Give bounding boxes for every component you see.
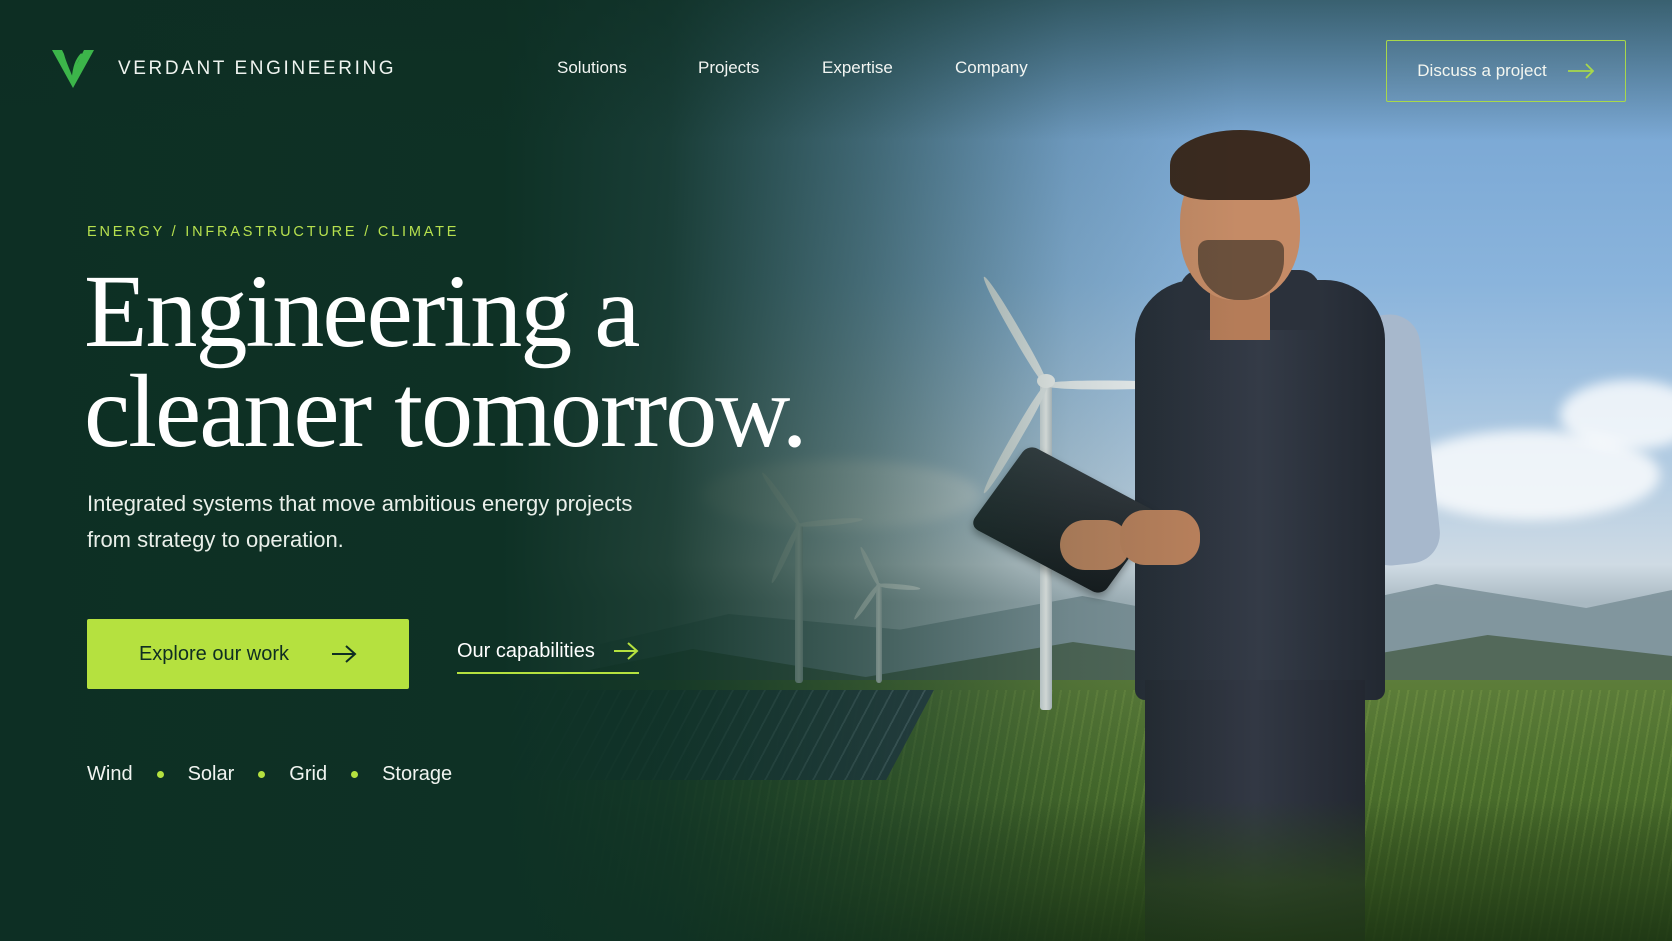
dark-gradient-overlay (0, 0, 1672, 941)
nav-item-projects[interactable]: Projects (698, 58, 759, 78)
arrow-right-icon (1567, 63, 1594, 79)
our-capabilities-link[interactable]: Our capabilities (457, 636, 639, 674)
headline-line-2: cleaner tomorrow. (84, 354, 808, 469)
hero-subcopy: Integrated systems that move ambitious e… (87, 491, 633, 552)
bullet-dot (258, 771, 266, 778)
brand-name: VERDANT ENGINEERING (118, 58, 397, 79)
nav-item-company[interactable]: Company (955, 58, 1028, 78)
explore-work-label: Explore our work (138, 642, 290, 665)
tag-wind: Wind (87, 763, 133, 785)
tag-storage: Storage (382, 763, 453, 785)
site-header: VERDANT ENGINEERING Solutions Projects E… (0, 0, 1672, 140)
headline-line-1: Engineering a (84, 254, 640, 369)
sector-tags: Wind Solar Grid Storage (87, 763, 452, 786)
nav-item-expertise[interactable]: Expertise (822, 58, 893, 78)
hero-headline: Engineering a cleaner tomorrow. (84, 260, 904, 464)
arrow-right-icon (332, 645, 357, 663)
brand[interactable]: VERDANT ENGINEERING (50, 48, 396, 90)
tag-grid: Grid (289, 763, 328, 785)
discuss-project-button[interactable]: Discuss a project (1386, 40, 1626, 102)
nav-item-solutions[interactable]: Solutions (557, 58, 627, 78)
bullet-dot (351, 771, 359, 778)
discuss-project-label: Discuss a project (1417, 61, 1547, 80)
arrow-right-icon (613, 642, 639, 660)
bullet-dot (156, 771, 164, 778)
hero-section: VERDANT ENGINEERING Solutions Projects E… (0, 0, 1672, 941)
tag-solar: Solar (187, 763, 235, 785)
eyebrow-categories: ENERGY / INFRASTRUCTURE / CLIMATE (87, 224, 460, 240)
explore-work-button[interactable]: Explore our work (87, 619, 409, 689)
our-capabilities-label: Our capabilities (457, 639, 595, 662)
leaf-v-logo-icon (52, 50, 94, 88)
